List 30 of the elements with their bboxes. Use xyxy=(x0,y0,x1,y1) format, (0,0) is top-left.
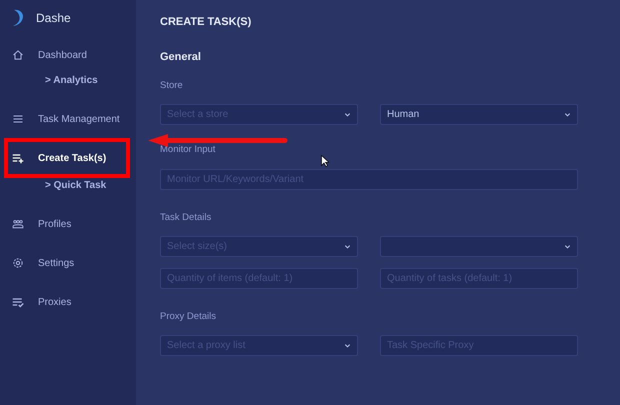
section-heading: General xyxy=(160,50,202,64)
nav-item[interactable]: Settings xyxy=(12,253,124,273)
list-check-icon xyxy=(12,296,24,308)
list-plus-icon xyxy=(12,152,24,164)
nav-item[interactable]: Profiles xyxy=(12,214,124,234)
people-icon xyxy=(12,218,24,230)
gear-icon xyxy=(12,257,24,269)
list-icon xyxy=(12,113,24,125)
field-label: Proxy Details xyxy=(160,310,216,324)
field-label: Monitor Input xyxy=(160,143,216,158)
chevron-down-icon xyxy=(564,242,571,250)
chevron-down-icon xyxy=(344,111,351,118)
chevron-down-icon xyxy=(344,242,351,250)
nav-item[interactable]: Dashboard xyxy=(12,45,124,65)
nav-subitem[interactable]: > Analytics xyxy=(45,74,98,88)
field-label: Task Details xyxy=(160,210,212,224)
select-field[interactable] xyxy=(380,236,578,257)
app-name: Dashe xyxy=(36,10,71,27)
chevron-down-icon xyxy=(564,111,571,118)
logo-icon xyxy=(12,9,26,27)
chevron-down-icon xyxy=(344,342,351,349)
nav-item[interactable]: Create Task(s) xyxy=(12,148,122,168)
page-title: CREATE TASK(S) xyxy=(160,15,252,30)
nav-item[interactable]: Task Management xyxy=(12,109,124,129)
home-icon xyxy=(12,49,24,61)
nav-subitem[interactable]: > Quick Task xyxy=(45,179,106,193)
field-label: Store xyxy=(160,79,183,93)
mouse-pointer-icon xyxy=(321,155,329,167)
nav-item[interactable]: Proxies xyxy=(12,292,124,312)
select-field[interactable]: Human xyxy=(380,104,578,126)
